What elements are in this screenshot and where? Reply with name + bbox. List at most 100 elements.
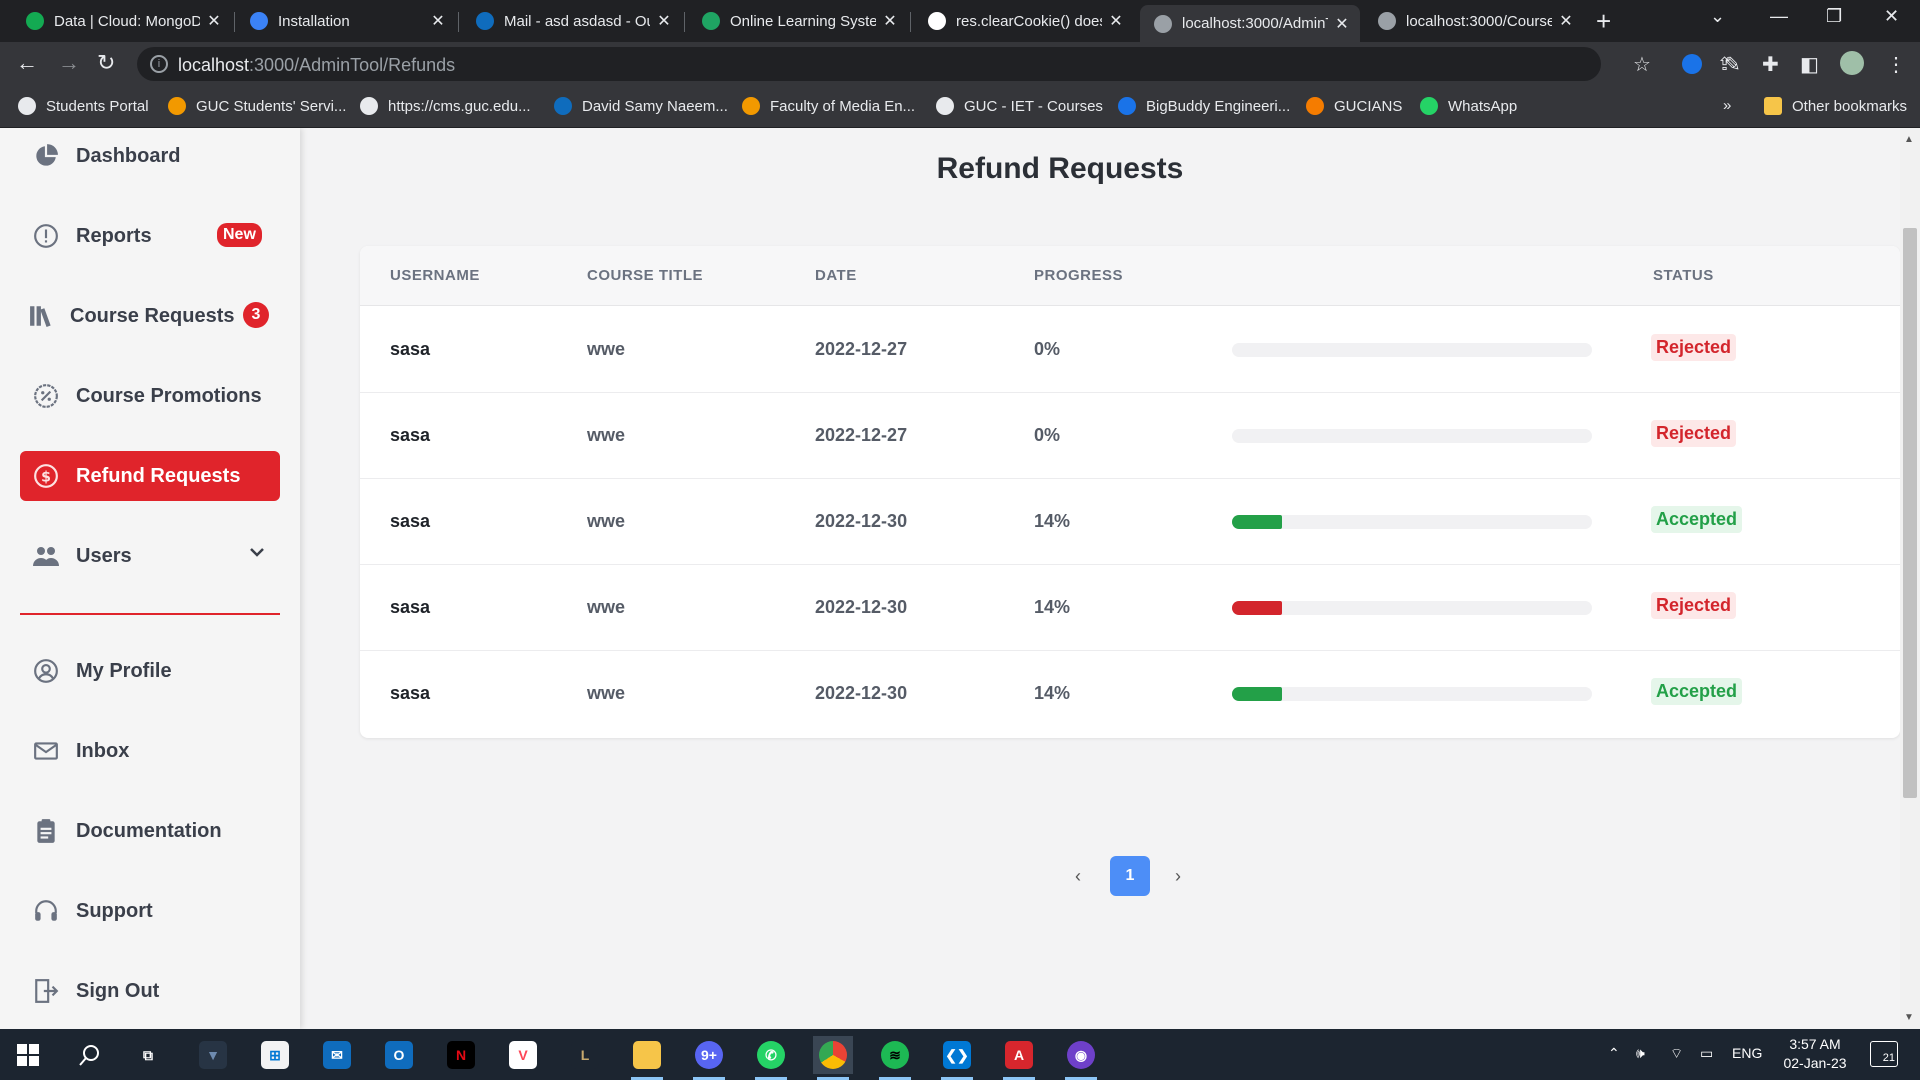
bookmark-item[interactable]: BigBuddy Engineeri... — [1118, 97, 1290, 115]
language-indicator[interactable]: ENG — [1732, 1045, 1762, 1061]
bookmark-item[interactable]: GUCIANS — [1306, 97, 1402, 115]
bookmark-item[interactable]: Faculty of Media En... — [742, 97, 915, 115]
extensions-puzzle-icon[interactable]: ✚ — [1762, 52, 1779, 77]
bookmark-label: WhatsApp — [1448, 97, 1518, 115]
profile-avatar[interactable] — [1840, 51, 1864, 75]
sidebar-item-dashboard[interactable]: Dashboard — [20, 131, 280, 181]
chrome-app-icon[interactable] — [813, 1036, 853, 1080]
tab-close-icon[interactable]: ✕ — [430, 11, 446, 31]
tab-search-icon[interactable]: ⌄ — [1710, 6, 1725, 27]
scroll-down-arrow-icon[interactable]: ▼ — [1904, 1012, 1914, 1023]
tab-close-icon[interactable]: ✕ — [206, 11, 222, 31]
mail-app-icon[interactable]: ✉ — [317, 1036, 357, 1074]
extension-pen-icon[interactable]: ✎ — [1724, 52, 1741, 77]
new-badge: New — [217, 223, 262, 247]
browser-tab[interactable]: Installation ✕ — [236, 0, 456, 42]
back-arrow-icon[interactable]: ← — [16, 50, 38, 76]
browser-tab[interactable]: localhost:3000/AdminTool ✕ — [1140, 5, 1360, 42]
scrollbar-thumb[interactable] — [1903, 228, 1917, 798]
vscode-app-icon[interactable]: ❮❯ — [937, 1036, 977, 1080]
browser-tab[interactable]: res.clearCookie() does ✕ — [914, 0, 1134, 42]
side-panel-icon[interactable]: ◧ — [1800, 52, 1819, 77]
bookmark-favicon-icon — [360, 97, 378, 115]
minimize-button[interactable]: — — [1770, 6, 1788, 27]
display-icon[interactable]: ▭ — [1700, 1045, 1713, 1062]
bookmark-item[interactable]: https://cms.guc.edu... — [360, 97, 531, 115]
search-icon[interactable] — [70, 1036, 110, 1074]
tab-close-icon[interactable]: ✕ — [656, 11, 672, 31]
sidebar-item-label: Sign Out — [76, 979, 160, 1002]
scroll-up-arrow-icon[interactable]: ▲ — [1904, 134, 1914, 145]
bookmark-label: GUC Students' Servi... — [196, 97, 347, 115]
sidebar-item-reports[interactable]: Reports New — [20, 211, 280, 261]
tab-close-icon[interactable]: ✕ — [882, 11, 898, 31]
bookmark-item[interactable]: WhatsApp — [1420, 97, 1517, 115]
url-text[interactable]: localhost:3000/AdminTool/Refunds — [178, 55, 455, 76]
file-explorer-icon[interactable] — [627, 1036, 667, 1080]
restore-button[interactable]: ❐ — [1826, 6, 1842, 27]
other-bookmarks-folder[interactable]: Other bookmarks — [1764, 97, 1907, 115]
wifi-icon[interactable]: ⌔ — [1670, 1045, 1683, 1063]
browser-menu-icon[interactable]: ⋮ — [1886, 52, 1906, 77]
url-path: :3000/AdminTool/Refunds — [249, 55, 456, 75]
league-of-legends-app-icon[interactable]: L — [565, 1036, 605, 1074]
browser-tab[interactable]: Data | Cloud: MongoDB ✕ — [12, 0, 232, 42]
sidebar-item-documentation[interactable]: Documentation — [20, 806, 280, 856]
bookmark-star-icon[interactable]: ☆ — [1633, 52, 1651, 77]
cell-course-title: wwe — [587, 425, 626, 445]
tab-close-icon[interactable]: ✕ — [1558, 11, 1574, 31]
forward-arrow-icon[interactable]: → — [58, 50, 80, 76]
sidebar-item-users[interactable]: Users — [20, 531, 280, 581]
table-row: sasa wwe 2022-12-27 0% Rejected — [360, 307, 1900, 393]
page-1-button[interactable]: 1 — [1110, 856, 1150, 896]
new-tab-button[interactable]: + — [1596, 6, 1611, 37]
sidebar-item-course-requests[interactable]: Course Requests 3 — [20, 291, 280, 341]
cell-progress-text: 14% — [1034, 597, 1071, 617]
bookmark-item[interactable]: GUC Students' Servi... — [168, 97, 346, 115]
predator-sense-app-icon[interactable]: ▼ — [193, 1036, 233, 1074]
outlook-app-icon[interactable]: O — [379, 1036, 419, 1074]
browser-tab[interactable]: Online Learning System ✕ — [688, 0, 908, 42]
address-bar[interactable]: i localhost:3000/AdminTool/Refunds ⇪ — [137, 47, 1732, 81]
sidebar-item-course-promotions[interactable]: Course Promotions — [20, 371, 280, 421]
discord-app-icon[interactable]: 9+ — [689, 1036, 729, 1080]
bookmark-item[interactable]: Students Portal — [18, 97, 149, 115]
status-badge: Rejected — [1651, 592, 1737, 619]
notification-center-icon[interactable]: 21 — [1870, 1041, 1898, 1067]
sidebar-item-sign-out[interactable]: Sign Out — [20, 966, 280, 1016]
whatsapp-app-icon[interactable]: ✆ — [751, 1036, 791, 1080]
spotify-app-icon[interactable]: ≋ — [875, 1036, 915, 1080]
tab-close-icon[interactable]: ✕ — [1108, 11, 1124, 31]
valorant-app-icon[interactable]: V — [503, 1036, 543, 1074]
volume-icon[interactable]: 🕪 — [1636, 1045, 1645, 1062]
bookmark-item[interactable]: GUC - IET - Courses — [936, 97, 1103, 115]
bookmarks-overflow-button[interactable]: » — [1723, 97, 1731, 114]
chevron-down-icon[interactable] — [248, 543, 266, 567]
sidebar-item-support[interactable]: Support — [20, 886, 280, 936]
github-desktop-app-icon[interactable]: ◉ — [1061, 1036, 1101, 1080]
browser-tab[interactable]: localhost:3000/Courses ✕ — [1364, 0, 1584, 42]
acrobat-app-icon[interactable]: A — [999, 1036, 1039, 1080]
next-page-button[interactable]: › — [1175, 866, 1181, 887]
bookmark-item[interactable]: David Samy Naeem... — [554, 97, 728, 115]
cell-progress-text: 0% — [1034, 425, 1061, 445]
sidebar-item-refund-requests[interactable]: $ Refund Requests — [20, 451, 280, 501]
microsoft-store-icon[interactable]: ⊞ — [255, 1036, 295, 1074]
tab-close-icon[interactable]: ✕ — [1334, 14, 1350, 34]
browser-tab[interactable]: Mail - asd asdasd - Outlook ✕ — [462, 0, 682, 42]
netflix-app-icon[interactable]: N — [441, 1036, 481, 1074]
sidebar-item-label: Course Requests — [70, 304, 235, 327]
task-view-icon[interactable]: ⧉ — [128, 1036, 168, 1074]
start-button[interactable] — [8, 1036, 48, 1074]
tab-separator — [684, 12, 685, 32]
extension-shazam-icon[interactable] — [1682, 54, 1702, 74]
site-info-icon[interactable]: i — [150, 55, 168, 73]
prev-page-button[interactable]: ‹ — [1075, 866, 1081, 887]
show-hidden-icons-chevron-icon[interactable]: ⌃ — [1608, 1045, 1620, 1062]
reload-icon[interactable]: ↻ — [97, 50, 115, 76]
page-scrollbar[interactable]: ▲ ▼ — [1900, 128, 1920, 1029]
sidebar-item-my-profile[interactable]: My Profile — [20, 646, 280, 696]
close-window-button[interactable]: ✕ — [1884, 6, 1899, 27]
system-clock[interactable]: 3:57 AM 02-Jan-23 — [1775, 1035, 1855, 1073]
sidebar-item-inbox[interactable]: Inbox — [20, 726, 280, 776]
